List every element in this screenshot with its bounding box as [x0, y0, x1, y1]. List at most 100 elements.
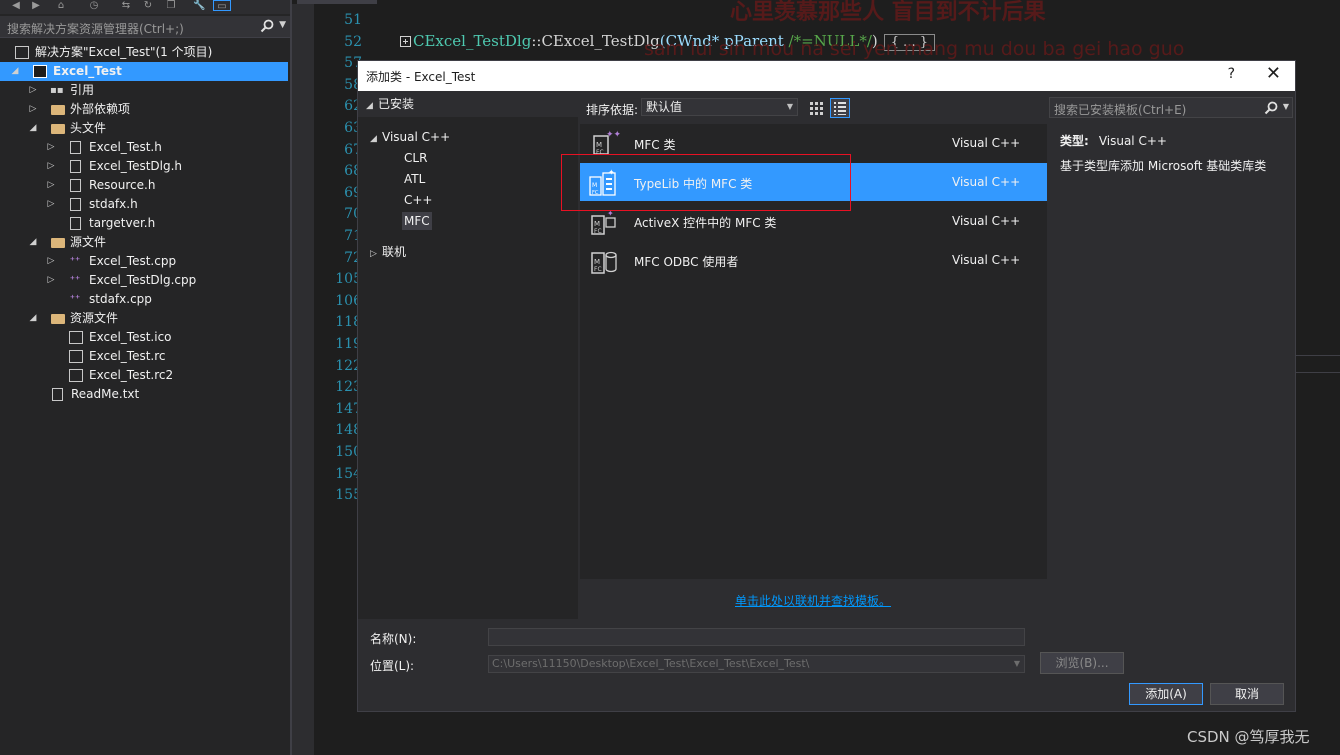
tree-item-file[interactable]: ▷ ⁺⁺ Excel_Test.cpp — [0, 252, 288, 271]
add-button[interactable]: 添加(A) — [1129, 683, 1203, 705]
category-mfc[interactable]: MFC — [402, 212, 432, 230]
tree-item-file[interactable]: ▷ Excel_Test.h — [0, 138, 288, 157]
template-search[interactable]: 搜索已安装模板(Ctrl+E) ▼ — [1049, 97, 1293, 118]
category-online[interactable]: ▷ 联机 — [370, 243, 406, 263]
image-file-icon — [69, 331, 83, 344]
back-icon[interactable]: ◀ — [10, 0, 22, 11]
code-ctor: CExcel_TestDlg — [541, 32, 660, 50]
category-clr[interactable]: CLR — [404, 149, 427, 167]
category-atl[interactable]: ATL — [404, 170, 425, 188]
resource-file-icon — [69, 369, 83, 382]
tree-item-file[interactable]: ▷ Excel_TestDlg.h — [0, 157, 288, 176]
tree-item-external-deps[interactable]: ▷ 外部依赖项 — [0, 100, 288, 119]
copy-icon[interactable]: ❐ — [165, 0, 177, 11]
grid-view-button[interactable] — [806, 98, 826, 118]
outline-expand-icon[interactable] — [400, 36, 411, 47]
location-label: 位置(L): — [370, 659, 415, 673]
template-item-mfc-class[interactable]: M FC ✦✦ MFC 类 Visual C++ — [580, 124, 1047, 162]
template-item-activex-mfc[interactable]: M FC ✦ ActiveX 控件中的 MFC 类 Visual C++ — [580, 202, 1047, 240]
tree-item-file[interactable]: ▷ ⁺⁺ Excel_TestDlg.cpp — [0, 271, 288, 290]
location-combo[interactable]: C:\Users\11150\Desktop\Excel_Test\Excel_… — [488, 655, 1025, 673]
header-file-icon — [70, 160, 81, 173]
list-view-button[interactable] — [830, 98, 850, 118]
tree-item-label: Excel_TestDlg.h — [89, 159, 183, 173]
header-file-icon — [70, 179, 81, 192]
help-button[interactable]: ? — [1228, 66, 1235, 82]
header-file-icon — [70, 198, 81, 211]
tree-item-label: Excel_TestDlg.cpp — [89, 273, 197, 287]
tree-item-file[interactable]: ⁺⁺ stdafx.cpp — [0, 290, 288, 309]
tree-item-file[interactable]: targetver.h — [0, 214, 288, 233]
header-file-icon — [70, 141, 81, 154]
sync-icon[interactable]: ⇆ — [120, 0, 132, 11]
tree-item-file[interactable]: Excel_Test.rc2 — [0, 366, 288, 385]
expanded-icon[interactable]: ◢ — [28, 233, 38, 252]
collapsed-icon[interactable]: ▷ — [28, 100, 38, 119]
solution-node[interactable]: 解决方案"Excel_Test"(1 个项目) — [0, 43, 288, 62]
history-icon[interactable]: ◷ — [88, 0, 100, 11]
sort-label: 排序依据: — [586, 103, 639, 117]
expanded-icon[interactable]: ◢ — [370, 130, 382, 148]
svg-text:FC: FC — [592, 190, 599, 196]
sort-value: 默认值 — [646, 100, 683, 114]
collapsed-icon[interactable]: ▷ — [46, 157, 56, 176]
cpp-file-icon: ⁺⁺ — [69, 275, 81, 286]
svg-text:M: M — [596, 141, 602, 149]
tree-item-source-files[interactable]: ◢ 源文件 — [0, 233, 288, 252]
dialog-title: 添加类 - Excel_Test — [366, 70, 476, 84]
solution-explorer: ◀ ▶ ⌂ ◷ ⇆ ↻ ❐ 🔧 ▭ 搜索解决方案资源管理器(Ctrl+;) ▼ … — [0, 0, 290, 755]
tree-item-resource-files[interactable]: ◢ 资源文件 — [0, 309, 288, 328]
close-button[interactable]: ✕ — [1266, 63, 1281, 84]
collapsed-icon[interactable]: ▷ — [46, 176, 56, 195]
home-icon[interactable]: ⌂ — [55, 0, 67, 11]
tree-item-file[interactable]: ReadMe.txt — [0, 385, 288, 404]
tree-item-label: 资源文件 — [70, 311, 119, 325]
explorer-search[interactable]: 搜索解决方案资源管理器(Ctrl+;) ▼ — [0, 16, 290, 38]
category-cpp[interactable]: C++ — [404, 191, 433, 209]
collapsed-icon[interactable]: ▷ — [46, 271, 56, 290]
collapsed-icon[interactable]: ▷ — [46, 252, 56, 271]
tree-item-file[interactable]: Excel_Test.ico — [0, 328, 288, 347]
online-templates-link[interactable]: 单击此处以联机并查找模板。 — [735, 592, 891, 609]
forward-icon[interactable]: ▶ — [30, 0, 42, 11]
resource-file-icon — [69, 350, 83, 363]
template-item-mfc-odbc[interactable]: M FC MFC ODBC 使用者 Visual C++ — [580, 241, 1047, 279]
installed-label: 已安装 — [378, 97, 415, 111]
folder-icon — [51, 124, 65, 134]
explorer-toolbar: ◀ ▶ ⌂ ◷ ⇆ ↻ ❐ 🔧 ▭ — [0, 0, 290, 14]
search-icon[interactable] — [1264, 101, 1278, 115]
tree-item-label: stdafx.cpp — [89, 292, 152, 306]
tree-item-header-files[interactable]: ◢ 头文件 — [0, 119, 288, 138]
cancel-button[interactable]: 取消 — [1210, 683, 1284, 705]
folder-icon — [51, 314, 65, 324]
tree-item-references[interactable]: ▷ ▪▪ 引用 — [0, 81, 288, 100]
expanded-icon[interactable]: ◢ — [28, 309, 38, 328]
chevron-down-icon[interactable]: ▼ — [279, 20, 286, 30]
solution-label: 解决方案"Excel_Test"(1 个项目) — [35, 45, 213, 59]
search-icon[interactable] — [260, 19, 274, 33]
refresh-icon[interactable]: ↻ — [142, 0, 154, 11]
name-input[interactable] — [488, 628, 1025, 646]
expanded-icon[interactable]: ◢ — [10, 62, 20, 81]
chevron-down-icon[interactable]: ▼ — [1283, 102, 1289, 111]
category-visual-cpp[interactable]: ◢ Visual C++ — [370, 128, 450, 148]
tree-item-file[interactable]: ▷ Resource.h — [0, 176, 288, 195]
svg-text:✦: ✦ — [608, 168, 615, 177]
collapsed-icon[interactable]: ▷ — [46, 195, 56, 214]
lyrics-overlay: 心里羡慕那些人 盲目到不计后果 — [730, 0, 1046, 25]
tree-item-file[interactable]: Excel_Test.rc — [0, 347, 288, 366]
expanded-icon[interactable]: ◢ — [28, 119, 38, 138]
project-node[interactable]: ◢ Excel_Test — [0, 62, 288, 81]
sort-select[interactable]: 默认值 ▼ — [641, 98, 798, 116]
installed-header[interactable]: ◢ 已安装 — [358, 91, 578, 117]
tree-item-file[interactable]: ▷ stdafx.h — [0, 195, 288, 214]
properties-icon[interactable]: 🔧 — [193, 0, 205, 11]
collapsed-icon[interactable]: ▷ — [28, 81, 38, 100]
preview-icon[interactable]: ▭ — [213, 0, 231, 12]
tree-item-label: 源文件 — [70, 235, 107, 249]
template-item-typelib-mfc[interactable]: M FC ✦ TypeLib 中的 MFC 类 Visual C++ — [580, 163, 1047, 201]
collapsed-icon[interactable]: ▷ — [46, 138, 56, 157]
browse-button[interactable]: 浏览(B)... — [1040, 652, 1124, 674]
collapsed-icon[interactable]: ▷ — [370, 245, 382, 263]
expanded-icon[interactable]: ◢ — [366, 97, 378, 115]
